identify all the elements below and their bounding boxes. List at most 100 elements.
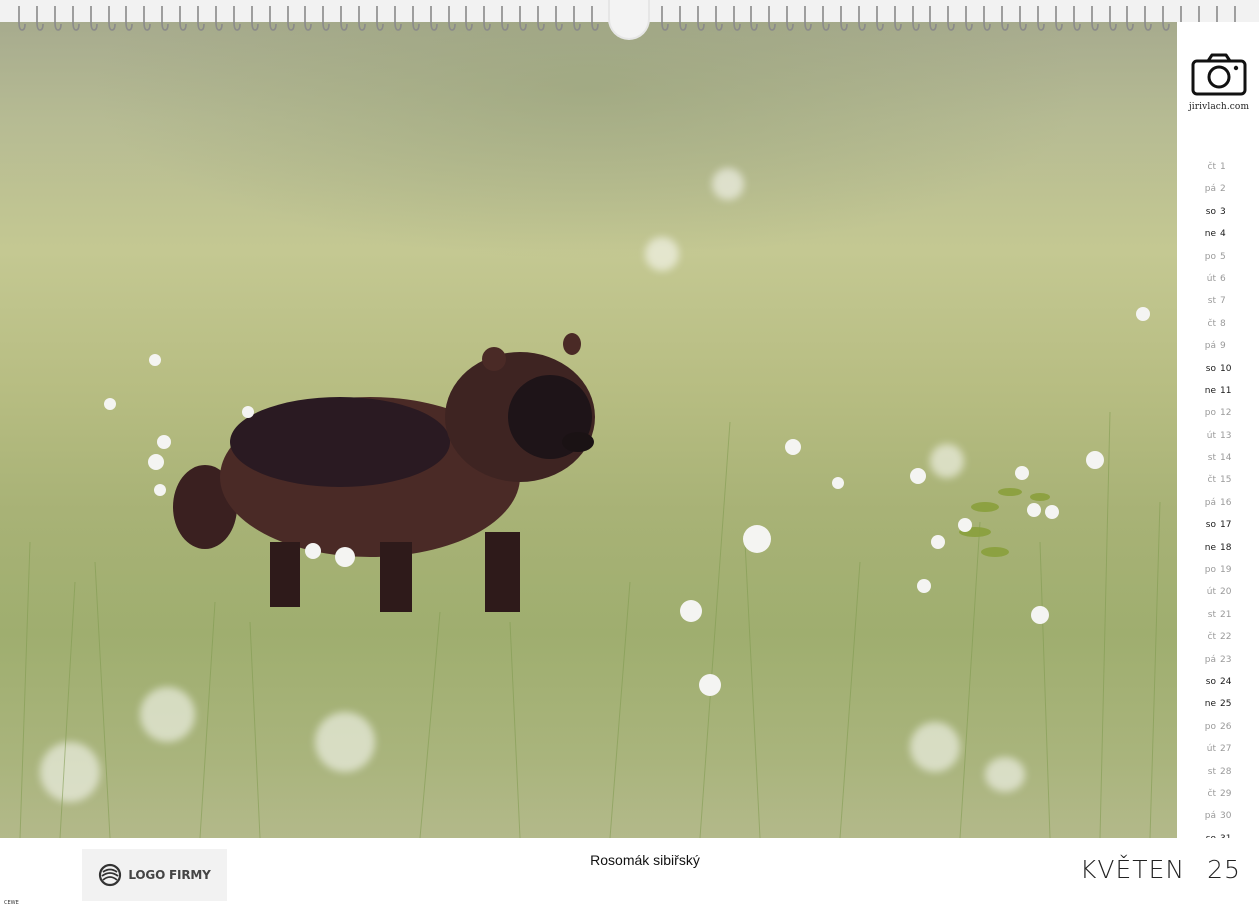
spiral-ring xyxy=(448,6,456,31)
day-name: st xyxy=(1207,766,1216,777)
day-name: po xyxy=(1204,565,1216,576)
spiral-ring xyxy=(358,6,366,31)
spiral-ring xyxy=(143,6,151,31)
day-row: so 3 xyxy=(1180,201,1256,223)
day-row: pá 16 xyxy=(1180,492,1256,514)
spiral-ring xyxy=(161,6,169,31)
day-number: 4 xyxy=(1220,229,1226,240)
day-number: 18 xyxy=(1220,542,1232,553)
day-row: st 14 xyxy=(1180,447,1256,469)
day-number: 2 xyxy=(1220,184,1226,195)
spiral-ring xyxy=(18,6,26,31)
day-number: 20 xyxy=(1220,587,1232,598)
spiral-ring xyxy=(965,6,973,31)
spiral-ring xyxy=(179,6,187,31)
day-row: so 17 xyxy=(1180,514,1256,536)
day-number: 27 xyxy=(1220,744,1232,755)
day-row: pá 2 xyxy=(1180,178,1256,200)
logo-mark-icon xyxy=(99,863,122,887)
day-number: 28 xyxy=(1220,766,1232,777)
day-name: st xyxy=(1207,609,1216,620)
day-row: ne 25 xyxy=(1180,693,1256,715)
day-name: čt xyxy=(1207,475,1216,486)
day-number: 14 xyxy=(1220,453,1232,464)
sponsor-logo-text: LOGO FIRMY xyxy=(128,868,211,882)
spiral-ring xyxy=(108,6,116,31)
day-name: po xyxy=(1204,408,1216,419)
day-row: út 20 xyxy=(1180,581,1256,603)
spiral-ring xyxy=(822,6,830,31)
photo-caption: Rosomák sibiřský xyxy=(590,852,700,868)
spiral-ring xyxy=(786,6,794,31)
spiral-ring xyxy=(430,6,438,31)
day-row: po 12 xyxy=(1180,402,1256,424)
day-name: so xyxy=(1205,206,1216,217)
day-row: ne 4 xyxy=(1180,223,1256,245)
month-title: KVĚTEN 25 xyxy=(1080,855,1240,884)
spiral-ring xyxy=(697,6,705,31)
day-name: út xyxy=(1206,587,1216,598)
spiral-ring xyxy=(287,6,295,31)
spiral-ring xyxy=(983,6,991,31)
sponsor-logo: LOGO FIRMY xyxy=(82,849,227,901)
day-row: ne 11 xyxy=(1180,380,1256,402)
spiral-ring xyxy=(1055,6,1063,31)
day-row: čt 22 xyxy=(1180,626,1256,648)
day-row: st 7 xyxy=(1180,290,1256,312)
day-row: čt 15 xyxy=(1180,469,1256,491)
day-number: 29 xyxy=(1220,788,1232,799)
day-name: ne xyxy=(1204,699,1216,710)
day-name: st xyxy=(1207,453,1216,464)
day-name: po xyxy=(1204,251,1216,262)
spiral-ring xyxy=(304,6,312,31)
spiral-ring xyxy=(661,6,669,31)
spiral-binding xyxy=(0,0,1259,40)
day-number: 5 xyxy=(1220,251,1226,262)
day-row: út 27 xyxy=(1180,738,1256,760)
spiral-ring xyxy=(1019,6,1027,31)
spiral-ring xyxy=(1144,6,1152,31)
day-row: čt 8 xyxy=(1180,313,1256,335)
spiral-ring xyxy=(197,6,205,31)
spiral-ring xyxy=(269,6,277,31)
spiral-ring xyxy=(555,6,563,31)
spiral-ring xyxy=(715,6,723,31)
day-name: čt xyxy=(1207,632,1216,643)
day-number: 30 xyxy=(1220,811,1232,822)
day-row: čt 29 xyxy=(1180,783,1256,805)
spiral-ring xyxy=(573,6,581,31)
spiral-ring xyxy=(36,6,44,31)
spiral-ring xyxy=(876,6,884,31)
hanger-notch-inner xyxy=(610,0,648,38)
spiral-ring xyxy=(215,6,223,31)
day-name: po xyxy=(1204,721,1216,732)
spiral-ring xyxy=(412,6,420,31)
spiral-ring xyxy=(1126,6,1134,31)
spiral-ring xyxy=(233,6,241,31)
day-row: pá 30 xyxy=(1180,805,1256,827)
spiral-ring xyxy=(376,6,384,31)
day-name: st xyxy=(1207,296,1216,307)
day-number: 9 xyxy=(1220,341,1226,352)
day-number: 26 xyxy=(1220,721,1232,732)
day-number: 25 xyxy=(1220,699,1232,710)
year-label: 25 xyxy=(1207,855,1241,884)
spiral-ring xyxy=(929,6,937,31)
spiral-ring xyxy=(72,6,80,31)
day-name: pá xyxy=(1204,654,1216,665)
day-row: po 19 xyxy=(1180,559,1256,581)
day-number: 16 xyxy=(1220,497,1232,508)
day-name: ne xyxy=(1204,542,1216,553)
printer-mark: CEWE xyxy=(4,900,19,906)
spiral-ring xyxy=(537,6,545,31)
spiral-ring xyxy=(519,6,527,31)
day-number: 1 xyxy=(1220,162,1226,172)
day-row: so 10 xyxy=(1180,358,1256,380)
calendar-page: jirivlach.com čt 1 pá 2 so 3 ne 4 po 5 út 6 st 7 čt 8 pá… xyxy=(0,0,1259,913)
day-name: so xyxy=(1205,363,1216,374)
day-name: ne xyxy=(1204,385,1216,396)
day-name: pá xyxy=(1204,341,1216,352)
day-name: pá xyxy=(1204,811,1216,822)
spiral-ring xyxy=(840,6,848,31)
day-number: 17 xyxy=(1220,520,1232,531)
